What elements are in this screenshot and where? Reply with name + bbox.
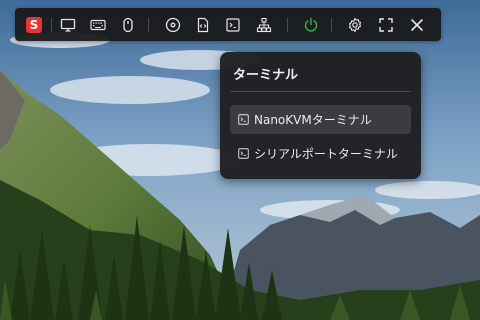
- mouse-icon: [123, 17, 133, 32]
- code-file-icon: [197, 17, 209, 32]
- close-icon: [411, 18, 423, 31]
- menu-divider: [230, 91, 411, 92]
- terminal-button[interactable]: [221, 8, 245, 41]
- gear-icon: [348, 17, 362, 32]
- close-button[interactable]: [405, 8, 429, 41]
- power-icon: [304, 17, 318, 32]
- terminal-icon: [226, 17, 240, 32]
- terminal-icon: [238, 114, 249, 125]
- toolbar-divider: [148, 18, 149, 32]
- network-button[interactable]: [252, 8, 276, 41]
- kvm-toolbar: S: [15, 8, 441, 41]
- menu-item-nanokvm-terminal[interactable]: NanoKVMターミナル: [230, 105, 411, 134]
- fullscreen-icon: [379, 17, 393, 32]
- fullscreen-button[interactable]: [374, 8, 398, 41]
- menu-item-label: NanoKVMターミナル: [254, 113, 372, 127]
- terminal-menu-title: ターミナル: [233, 68, 299, 83]
- mouse-button[interactable]: [116, 8, 140, 41]
- app-logo[interactable]: S: [22, 8, 46, 41]
- script-button[interactable]: [191, 8, 215, 41]
- network-icon: [256, 17, 272, 32]
- keyboard-icon: [90, 19, 106, 30]
- power-button[interactable]: [299, 8, 323, 41]
- disc-icon: [165, 17, 181, 32]
- keyboard-button[interactable]: [86, 8, 110, 41]
- virtual-media-button[interactable]: [161, 8, 185, 41]
- terminal-menu: ターミナル NanoKVMターミナル シリアルポートターミナル: [220, 52, 421, 179]
- monitor-button[interactable]: [56, 8, 80, 41]
- toolbar-divider: [331, 18, 332, 32]
- settings-button[interactable]: [343, 8, 367, 41]
- terminal-icon: [238, 148, 249, 159]
- logo-badge: S: [26, 16, 42, 33]
- toolbar-divider: [287, 18, 288, 32]
- menu-item-serial-terminal[interactable]: シリアルポートターミナル: [230, 139, 411, 168]
- menu-item-label: シリアルポートターミナル: [254, 147, 398, 161]
- monitor-icon: [60, 18, 76, 32]
- toolbar-divider: [51, 18, 52, 32]
